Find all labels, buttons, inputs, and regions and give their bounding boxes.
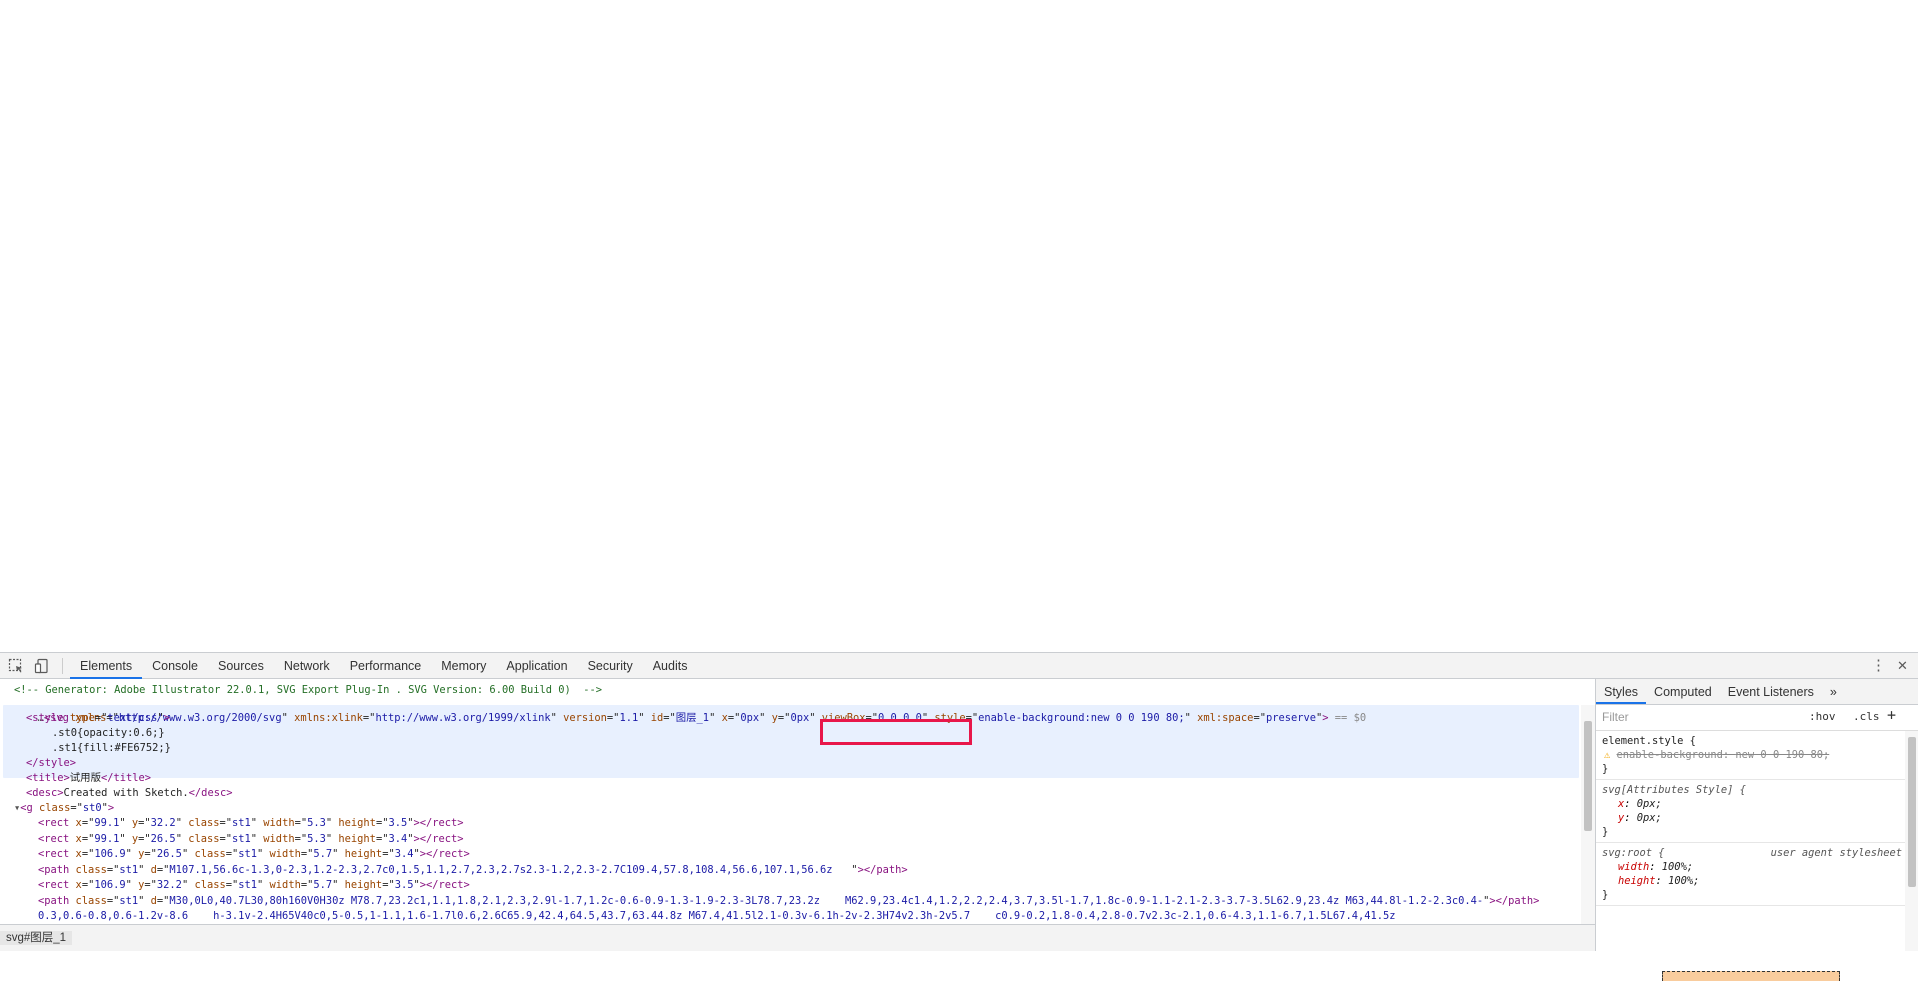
devtools-tabbar: Elements Console Sources Network Perform… [0,653,1918,679]
tab-elements[interactable]: Elements [70,653,143,679]
dom-style-close[interactable]: </style> [26,756,76,771]
tab-application[interactable]: Application [496,653,577,679]
box-model-preview [1662,971,1840,981]
svg-attr-name[interactable]: version [563,712,607,724]
svg-attr-name[interactable]: id [651,712,664,724]
warning-icon: ⚠ [1604,749,1611,761]
styles-filter-row: Filter :hov .cls + [1596,705,1918,731]
scrollbar-thumb[interactable] [1908,737,1916,887]
close-devtools-icon[interactable]: ✕ [1897,657,1908,675]
dom-css-line: .st0{opacity:0.6;} [52,727,165,739]
rule-element-style: element.style { ⚠ enable-background: new… [1596,731,1906,780]
svg-attr-name[interactable]: xmlns:xlink [294,712,363,724]
style-property[interactable]: enable-background [1617,749,1723,761]
breadcrumb-item[interactable]: svg#图层_1 [0,931,73,945]
dom-svg-line[interactable]: …<svg xmlns="http://www.w3.org/2000/svg"… [0,696,1367,724]
devtools-tabs: Elements Console Sources Network Perform… [70,653,697,679]
new-style-rule-icon[interactable]: + [1887,707,1896,723]
rule-selector: element.style { [1602,735,1696,747]
style-rules: element.style { ⚠ enable-background: new… [1596,731,1906,906]
scrollbar-thumb[interactable] [1584,721,1592,831]
rule-selector: svg[Attributes Style] { [1602,784,1746,796]
dom-desc-line[interactable]: <desc>Created with Sketch.</desc> [26,786,232,801]
more-options-icon[interactable]: ⋮ [1871,657,1886,675]
svg-attr-value[interactable]: 0px [790,712,809,724]
dom-child-node[interactable]: <path class="st1" d="M107.1,56.6c-1.3,0-… [38,863,908,878]
page-viewport [0,0,1918,652]
svg-attr-name[interactable]: xml:space [1197,712,1253,724]
device-toolbar-icon[interactable] [34,658,50,674]
rule-attributes-style: svg[Attributes Style] { x: 0px; y: 0px; … [1596,780,1906,843]
dom-child-node-wrap: 0.3,0.6-0.8,0.6-1.2v-8.6 h-3.1v-2.4H65V4… [38,910,1396,922]
inspect-element-icon[interactable] [8,658,24,674]
tab-network[interactable]: Network [274,653,340,679]
cls-toggle[interactable]: .cls [1853,709,1880,725]
svg-attr-value[interactable]: 图层_1 [676,712,709,724]
tab-event-listeners[interactable]: Event Listeners [1720,679,1822,704]
svg-attr-value[interactable]: http://www.w3.org/1999/xlink [375,712,550,724]
styles-tabs: Styles Computed Event Listeners » [1596,679,1918,705]
dom-style-open[interactable]: <style type="text/css"> [26,711,170,726]
elements-tree: <!-- Generator: Adobe Illustrator 22.0.1… [0,679,1595,924]
tab-console[interactable]: Console [142,653,208,679]
styles-filter-input[interactable]: Filter [1602,709,1792,725]
tab-memory[interactable]: Memory [431,653,496,679]
tab-performance[interactable]: Performance [340,653,432,679]
dom-child-node[interactable]: <rect x="99.1" y="32.2" class="st1" widt… [38,816,464,831]
rule-svg-root: svg:root {user agent stylesheet width: 1… [1596,843,1906,906]
svg-attr-name[interactable]: x [722,712,728,724]
dom-g-line[interactable]: ▾<g class="st0"> [14,801,114,816]
tab-audits[interactable]: Audits [643,653,698,679]
dom-title-line[interactable]: <title>试用版</title> [26,771,151,786]
rule-selector: svg:root { [1602,847,1665,859]
hov-toggle[interactable]: :hov [1809,709,1836,725]
styles-scrollbar[interactable] [1905,731,1918,951]
svg-attr-value[interactable]: preserve [1266,712,1316,724]
more-tabs-icon[interactable]: » [1822,679,1845,704]
tab-sources[interactable]: Sources [208,653,274,679]
styles-pane: Styles Computed Event Listeners » Filter… [1595,679,1918,981]
dom-child-node[interactable]: <rect x="106.9" y="32.2" class="st1" wid… [38,878,470,893]
tab-computed[interactable]: Computed [1646,679,1720,704]
svg-attr-value[interactable]: 0px [740,712,759,724]
toolbar-divider [62,658,63,674]
breadcrumb: svg#图层_1 [0,924,1595,951]
elements-scrollbar[interactable] [1581,705,1595,924]
viewbox-highlight-box [820,719,972,745]
dom-child-node[interactable]: <rect x="99.1" y="26.5" class="st1" widt… [38,832,464,847]
svg-attr-value[interactable]: enable-background:new 0 0 190 80; [978,712,1184,724]
rule-source: user agent stylesheet [1770,847,1902,859]
svg-attr-value[interactable]: 1.1 [619,712,638,724]
dom-css-line: .st1{fill:#FE6752;} [52,742,171,754]
devtools-panel: Elements Console Sources Network Perform… [0,652,1918,981]
style-value[interactable]: new 0 0 190 80; [1735,749,1829,761]
svg-attr-name[interactable]: y [772,712,778,724]
dom-child-node[interactable]: <rect x="106.9" y="26.5" class="st1" wid… [38,847,470,862]
dom-child-node[interactable]: <path class="st1" d="M30,0L0,40.7L30,80h… [38,894,1539,909]
tab-security[interactable]: Security [578,653,643,679]
tab-styles[interactable]: Styles [1596,679,1647,704]
